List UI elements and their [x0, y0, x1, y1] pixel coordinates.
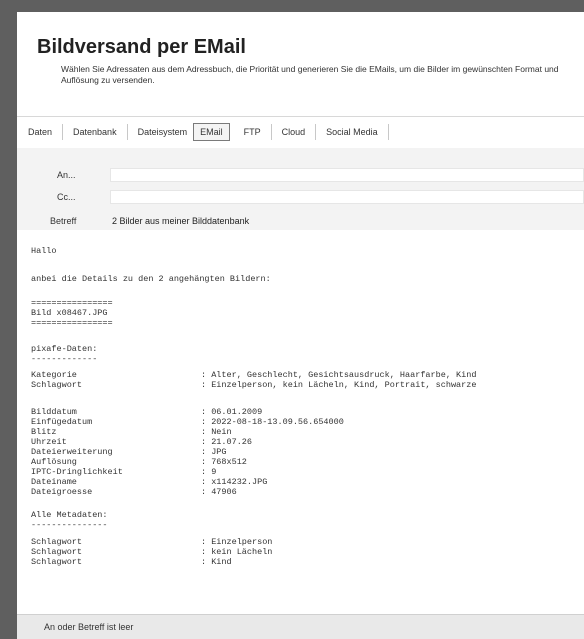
- detail-value: : Nein: [201, 427, 232, 437]
- detail-value: : 47906: [201, 487, 237, 497]
- address-fields: An... Cc... Betreff 2 Bilder aus meiner …: [17, 148, 584, 238]
- greeting-line: Hallo: [31, 246, 57, 256]
- separator-line: ================: [31, 318, 113, 328]
- tab-dateisystem[interactable]: Dateisystem: [128, 124, 198, 140]
- detail-row: Blitz : Nein: [31, 427, 232, 437]
- detail-key: IPTC-Dringlichkeit: [31, 467, 123, 477]
- detail-value: : 9: [201, 467, 217, 477]
- tab-ftp[interactable]: FTP: [234, 124, 272, 140]
- cc-row: Cc...: [17, 188, 584, 206]
- pixafe-heading: pixafe-Daten:: [31, 344, 98, 354]
- metadata-row: Schlagwort : kein Lächeln: [31, 547, 272, 557]
- detail-key: Uhrzeit: [31, 437, 67, 447]
- metadata-key: Schlagwort: [31, 547, 83, 557]
- detail-key: Dateiname: [31, 477, 77, 487]
- detail-key: Einfügedatum: [31, 417, 93, 427]
- image-name-line: Bild x08467.JPG: [31, 308, 108, 318]
- detail-value: : 768x512: [201, 457, 247, 467]
- cc-button[interactable]: Cc...: [57, 188, 76, 206]
- an-input[interactable]: [110, 168, 584, 182]
- detail-key: Dateierweiterung: [31, 447, 113, 457]
- detail-value: : 06.01.2009: [201, 407, 263, 417]
- tab-cloud[interactable]: Cloud: [272, 124, 317, 140]
- detail-row: Dateierweiterung : JPG: [31, 447, 227, 457]
- dash-line: ---------------: [31, 520, 108, 530]
- detail-value: : x114232.JPG: [201, 477, 268, 487]
- page-title: Bildversand per EMail: [37, 36, 246, 58]
- detail-row: Einfügedatum : 2022-08-18-13.09.56.654000: [31, 417, 344, 427]
- tab-bar: Daten Datenbank Dateisystem EMail FTP Cl…: [17, 121, 584, 143]
- tab-email[interactable]: EMail: [193, 123, 230, 141]
- betreff-label: Betreff: [50, 216, 77, 226]
- detail-row: IPTC-Dringlichkeit : 9: [31, 467, 216, 477]
- email-window: Bildversand per EMail Wählen Sie Adressa…: [17, 12, 584, 639]
- detail-key: Bilddatum: [31, 407, 77, 417]
- detail-row: Schlagwort : Einzelperson, kein Lächeln, …: [31, 380, 476, 390]
- status-message: An oder Betreff ist leer: [44, 622, 134, 632]
- detail-value: : JPG: [201, 447, 227, 457]
- betreff-row: Betreff 2 Bilder aus meiner Bilddatenban…: [17, 212, 584, 230]
- detail-value: : 21.07.26: [201, 437, 253, 447]
- detail-key: Dateigroesse: [31, 487, 93, 497]
- header-panel: Bildversand per EMail Wählen Sie Adressa…: [17, 12, 584, 117]
- cc-input[interactable]: [110, 190, 584, 204]
- tab-datenbank[interactable]: Datenbank: [63, 124, 128, 140]
- detail-row: Auflösung : 768x512: [31, 457, 247, 467]
- detail-row: Kategorie : Alter, Geschlecht, Gesichtsau…: [31, 370, 476, 380]
- detail-row: Dateiname : x114232.JPG: [31, 477, 267, 487]
- detail-value: : 2022-08-18-13.09.56.654000: [201, 417, 344, 427]
- metadata-value: : kein Lächeln: [201, 547, 273, 557]
- metadata-heading: Alle Metadaten:: [31, 510, 108, 520]
- tab-daten[interactable]: Daten: [17, 124, 64, 140]
- detail-key: Kategorie: [31, 370, 77, 380]
- detail-key: Schlagwort: [31, 380, 83, 390]
- tab-social-media[interactable]: Social Media: [316, 124, 389, 140]
- separator-line: ================: [31, 298, 113, 308]
- metadata-row: Schlagwort : Einzelperson: [31, 537, 272, 547]
- detail-row: Uhrzeit : 21.07.26: [31, 437, 252, 447]
- detail-value: : Einzelperson, kein Lächeln, Kind, Port…: [201, 380, 477, 390]
- detail-row: Dateigroesse : 47906: [31, 487, 237, 497]
- detail-row: Bilddatum : 06.01.2009: [31, 407, 262, 417]
- metadata-key: Schlagwort: [31, 557, 83, 567]
- metadata-row: Schlagwort : Kind: [31, 557, 232, 567]
- detail-key: Auflösung: [31, 457, 77, 467]
- dash-line: -------------: [31, 354, 98, 364]
- email-body[interactable]: Hallo anbei die Details zu den 2 angehän…: [17, 230, 584, 614]
- an-button[interactable]: An...: [57, 166, 76, 184]
- header-divider: [17, 116, 584, 117]
- metadata-value: : Kind: [201, 557, 232, 567]
- metadata-key: Schlagwort: [31, 537, 83, 547]
- betreff-input[interactable]: 2 Bilder aus meiner Bilddatenbank: [110, 214, 584, 228]
- page-subtitle: Wählen Sie Adressaten aus dem Adressbuch…: [61, 64, 559, 85]
- detail-value: : Alter, Geschlecht, Gesichtsausdruck, H…: [201, 370, 477, 380]
- metadata-value: : Einzelperson: [201, 537, 273, 547]
- detail-key: Blitz: [31, 427, 57, 437]
- an-row: An...: [17, 166, 584, 184]
- status-bar: An oder Betreff ist leer: [17, 614, 584, 639]
- intro-line: anbei die Details zu den 2 angehängten B…: [31, 274, 271, 284]
